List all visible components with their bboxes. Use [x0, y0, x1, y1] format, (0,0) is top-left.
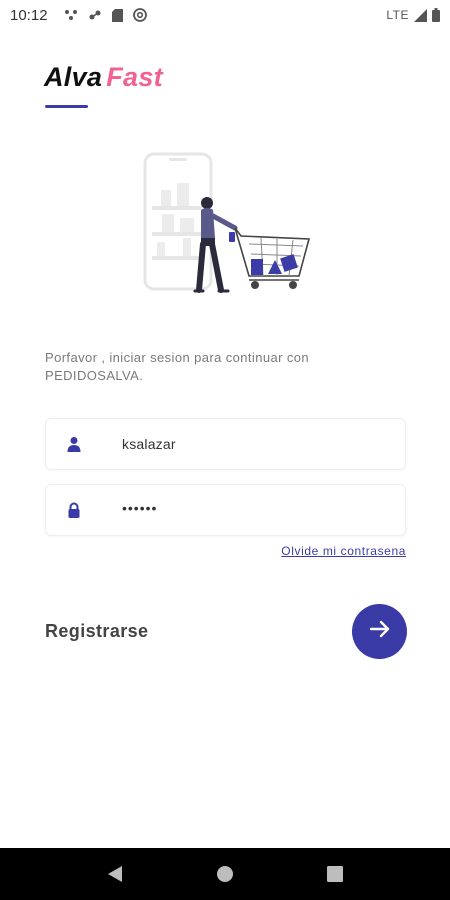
status-left: 10:12 — [10, 7, 147, 24]
password-field[interactable]: •••••• — [45, 484, 406, 536]
username-field[interactable]: ksalazar — [45, 418, 406, 470]
logo-part-2: Fast — [106, 62, 163, 92]
register-link[interactable]: Registrarse — [45, 621, 148, 642]
logo-underline — [45, 105, 88, 108]
login-subtitle: Porfavor , iniciar sesion para continuar… — [45, 350, 310, 383]
app-logo: Alva Fast — [44, 62, 163, 93]
shopping-cart-illustration — [135, 148, 320, 298]
status-right: LTE — [386, 8, 440, 22]
home-button[interactable] — [205, 854, 245, 894]
signal-icon — [414, 8, 427, 22]
logo-part-1: Alva — [44, 62, 103, 92]
arrow-right-icon — [368, 617, 392, 646]
battery-icon — [432, 8, 440, 22]
status-time: 10:12 — [10, 6, 48, 24]
login-screen: 10:12 LTE Alva Fast Porfavor , iniciar s… — [0, 0, 450, 900]
status-bar: 10:12 LTE — [0, 0, 450, 30]
forgot-password-link[interactable]: Olvide mi contrasena — [281, 544, 406, 558]
lock-icon — [66, 502, 82, 518]
system-navigation-bar — [0, 848, 450, 900]
network-type: LTE — [386, 8, 409, 22]
login-submit-button[interactable] — [352, 604, 407, 659]
network-dots-icon — [64, 9, 78, 21]
user-icon — [66, 436, 82, 452]
password-value: •••••• — [122, 500, 158, 516]
username-value: ksalazar — [122, 436, 176, 452]
recents-button[interactable] — [315, 854, 355, 894]
sync-icon — [88, 9, 102, 21]
at-sign-icon — [132, 8, 147, 22]
back-button[interactable] — [95, 854, 135, 894]
sd-card-icon — [111, 8, 123, 22]
